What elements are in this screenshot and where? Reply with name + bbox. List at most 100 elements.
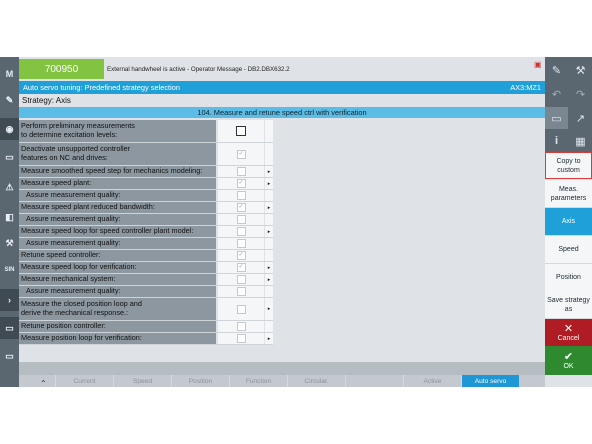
page-title: Auto servo tuning: Predefined strategy s… bbox=[23, 83, 180, 92]
step-label: Deactivate unsupported controller feature… bbox=[19, 143, 216, 165]
program-icon[interactable]: ◉ bbox=[0, 118, 19, 140]
softkey-current[interactable]: Current bbox=[55, 375, 113, 387]
vsoftkey-save-strategy-as[interactable]: Save strategy as bbox=[545, 291, 592, 319]
checkbox-cell bbox=[218, 274, 264, 285]
details-arrow-icon bbox=[265, 120, 273, 142]
softkey-position[interactable]: Position bbox=[171, 375, 229, 387]
sinumerik-icon[interactable]: SIN bbox=[0, 259, 19, 281]
table-row: Perform preliminary measurements to deter… bbox=[19, 120, 273, 143]
details-arrow-icon[interactable]: ▸ bbox=[265, 226, 273, 237]
cancel-label: Cancel bbox=[557, 335, 580, 342]
ok-button[interactable]: ✔ OK bbox=[545, 346, 592, 375]
check-icon: ✔ bbox=[563, 351, 574, 363]
undo-icon[interactable]: ↶ bbox=[545, 83, 568, 105]
step-label: Measure speed plant reduced bandwidth: bbox=[19, 202, 216, 213]
step-label: Perform preliminary measurements to deter… bbox=[19, 120, 216, 142]
step-label-line: to determine excitation levels: bbox=[21, 130, 118, 139]
step-checkbox[interactable] bbox=[236, 275, 246, 284]
step-label: Retune speed controller: bbox=[19, 250, 216, 261]
recall-icon[interactable]: ⌃ bbox=[40, 379, 47, 388]
details-arrow-icon[interactable]: ▸ bbox=[265, 274, 273, 285]
step-checkbox[interactable] bbox=[236, 126, 246, 136]
softkey-speed[interactable]: Speed bbox=[113, 375, 171, 387]
strategy-table: Perform preliminary measurements to deter… bbox=[19, 120, 273, 345]
lock-icon: ▣ bbox=[534, 60, 542, 69]
step-label-line: Measure speed loop for speed controller … bbox=[21, 226, 194, 236]
details-arrow-icon bbox=[265, 143, 273, 165]
details-arrow-icon bbox=[265, 250, 273, 261]
grid-icon[interactable]: ▦ bbox=[569, 130, 592, 152]
step-checkbox[interactable]: ✓ bbox=[236, 179, 246, 188]
arrow-icon[interactable]: ↗ bbox=[569, 107, 592, 129]
step-checkbox[interactable] bbox=[236, 215, 246, 224]
horizontal-softkeys: Current Speed Position Function Circular. Act… bbox=[19, 375, 545, 387]
vsoftkey-copy-to-custom[interactable]: Copy to custom bbox=[545, 152, 592, 179]
vsoftkey-axis[interactable]: Axis bbox=[545, 208, 592, 236]
vsoftkey-meas-parameters[interactable]: Meas. parameters bbox=[545, 180, 592, 208]
step-label-line: Measure speed loop for verification: bbox=[21, 262, 137, 272]
step-label-line: Assure measurement quality: bbox=[26, 190, 121, 200]
step-label-line: Measure mechanical system: bbox=[21, 274, 116, 284]
table-row: Measure speed plant reduced bandwidth: ✓ ▸ bbox=[19, 202, 273, 214]
program-manager-icon[interactable]: ▭ bbox=[0, 146, 19, 168]
step-label-line: Measure speed plant: bbox=[21, 178, 92, 188]
step-checkbox[interactable] bbox=[236, 322, 246, 331]
checkbox-cell: ✓ bbox=[218, 202, 264, 213]
step-checkbox[interactable] bbox=[236, 304, 246, 314]
checkbox-cell bbox=[218, 321, 264, 332]
vsoftkey-position[interactable]: Position bbox=[545, 264, 592, 292]
step-label: Assure measurement quality: bbox=[19, 286, 216, 297]
step-checkbox[interactable]: ✓ bbox=[236, 203, 246, 212]
step-checkbox[interactable] bbox=[236, 287, 246, 296]
status-bar bbox=[19, 362, 545, 375]
softkey-circular[interactable]: Circular. bbox=[287, 375, 345, 387]
softkey-auto-servo[interactable]: Auto servo bbox=[461, 375, 519, 387]
tools-icon[interactable]: ⚒ bbox=[569, 59, 592, 81]
window-icon[interactable]: ▭ bbox=[0, 317, 19, 339]
redo-icon[interactable]: ↷ bbox=[569, 83, 592, 105]
details-arrow-icon[interactable]: ▸ bbox=[265, 298, 273, 320]
step-checkbox[interactable] bbox=[236, 191, 246, 200]
table-row: Deactivate unsupported controller feature… bbox=[19, 143, 273, 166]
step-label: Assure measurement quality: bbox=[19, 190, 216, 201]
step-label-line: Assure measurement quality: bbox=[26, 214, 121, 224]
vsoftkey-speed[interactable]: Speed bbox=[545, 236, 592, 264]
alarm-number[interactable]: 700950 bbox=[19, 59, 104, 79]
commissioning-icon[interactable]: ⚒ bbox=[0, 232, 19, 254]
softkey-active[interactable]: Active bbox=[403, 375, 461, 387]
left-sidebar: M ✎ ◉ ▭ ⚠ ◧ ⚒ SIN › ▭ ▭ bbox=[0, 57, 19, 387]
step-checkbox[interactable] bbox=[236, 227, 246, 236]
table-row: Assure measurement quality: bbox=[19, 286, 273, 298]
more-icon[interactable]: › bbox=[0, 289, 19, 311]
step-checkbox[interactable]: ✓ bbox=[236, 149, 246, 159]
info-icon[interactable]: i bbox=[545, 130, 568, 152]
details-arrow-icon[interactable]: ▸ bbox=[265, 202, 273, 213]
step-checkbox[interactable] bbox=[236, 167, 246, 176]
step-label-line: Assure measurement quality: bbox=[26, 238, 121, 248]
softkey-empty[interactable] bbox=[345, 375, 403, 387]
step-label-line: Measure speed plant reduced bandwidth: bbox=[21, 202, 155, 212]
cancel-button[interactable]: ✕ Cancel bbox=[545, 319, 592, 346]
display-icon[interactable]: ▭ bbox=[545, 107, 568, 129]
details-arrow-icon[interactable]: ▸ bbox=[265, 262, 273, 273]
step-checkbox[interactable] bbox=[236, 334, 246, 343]
setup-icon[interactable]: ◧ bbox=[0, 206, 19, 228]
window2-icon[interactable]: ▭ bbox=[0, 345, 19, 367]
step-checkbox[interactable]: ✓ bbox=[236, 251, 246, 260]
step-label-line: features on NC and drives: bbox=[21, 153, 108, 162]
table-row: Assure measurement quality: bbox=[19, 214, 273, 226]
step-label-line: Assure measurement quality: bbox=[26, 286, 121, 296]
details-arrow-icon[interactable]: ▸ bbox=[265, 166, 273, 177]
parameter-icon[interactable]: ✎ bbox=[0, 89, 19, 111]
wrench-icon[interactable]: ✎ bbox=[545, 59, 568, 81]
softkey-function[interactable]: Function bbox=[229, 375, 287, 387]
machine-icon[interactable]: M bbox=[0, 63, 19, 85]
step-checkbox[interactable] bbox=[236, 239, 246, 248]
step-checkbox[interactable]: ✓ bbox=[236, 263, 246, 272]
details-arrow-icon[interactable]: ▸ bbox=[265, 333, 273, 344]
checkbox-cell bbox=[218, 298, 264, 320]
details-arrow-icon[interactable]: ▸ bbox=[265, 178, 273, 189]
cancel-icon: ✕ bbox=[563, 323, 574, 335]
diagnostics-icon[interactable]: ⚠ bbox=[0, 176, 19, 198]
title-bar: Auto servo tuning: Predefined strategy s… bbox=[19, 81, 545, 94]
